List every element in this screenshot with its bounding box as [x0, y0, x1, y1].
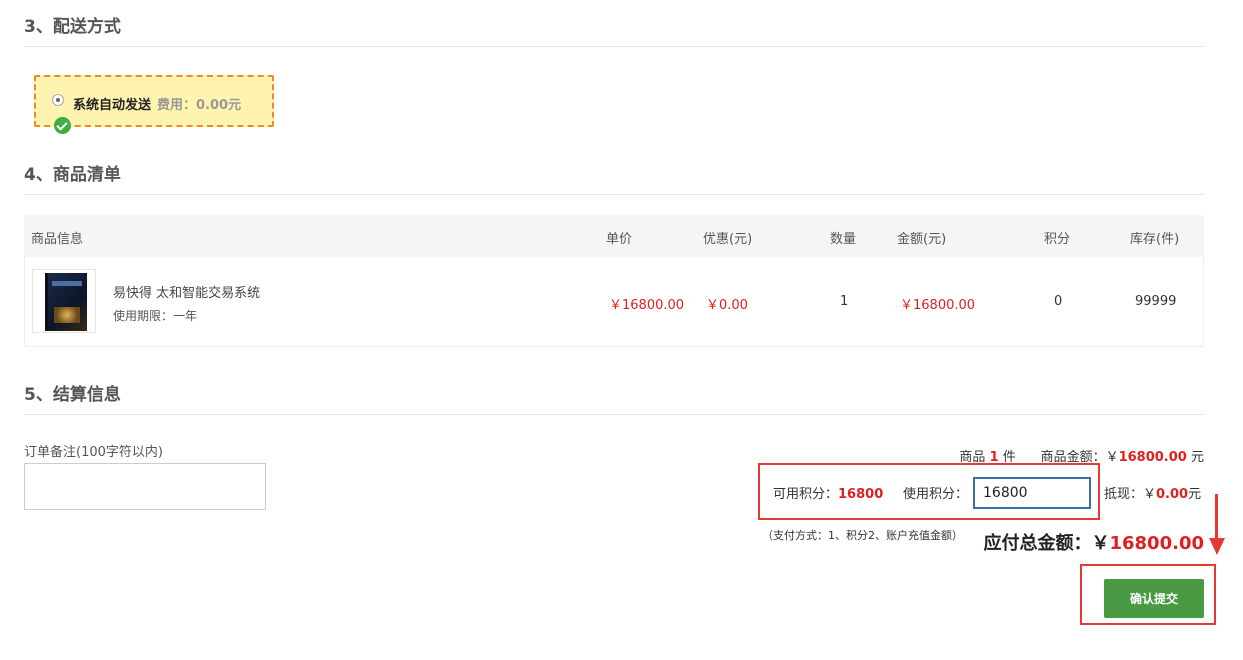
- divider: [24, 414, 1204, 415]
- product-qty: 1: [840, 294, 849, 309]
- radio-selected-icon[interactable]: [52, 94, 64, 106]
- cash-discount-label: 抵现：￥: [1104, 487, 1157, 502]
- goods-amount-unit: 元: [1190, 450, 1204, 465]
- total-amount: 应付总金额：￥16800.00: [983, 529, 1204, 555]
- product-points: 0: [1054, 294, 1063, 309]
- product-amount: ￥16800.00: [900, 298, 976, 313]
- cash-discount-value: 0.00: [1156, 487, 1189, 502]
- arrow-down-icon: [1209, 538, 1225, 555]
- product-thumbnail[interactable]: [32, 269, 96, 333]
- table-header: 商品信息 单价 优惠(元) 数量 金额(元) 积分 库存(件): [24, 215, 1204, 257]
- product-price: ￥16800.00: [609, 298, 685, 313]
- payment-note: （支付方式：1、积分2、账户充值金额）: [762, 529, 963, 542]
- product-discount: ￥0.00: [706, 298, 748, 313]
- divider: [24, 46, 1204, 47]
- col-header-price: 单价: [606, 232, 633, 247]
- total-value: 16800.00: [1109, 533, 1204, 554]
- table-row: 易快得 太和智能交易系统 使用期限：一年 ￥16800.00 ￥0.00 1 ￥…: [24, 257, 1204, 347]
- remark-textarea[interactable]: [24, 463, 266, 510]
- cash-discount-unit: 元: [1188, 487, 1202, 502]
- cash-discount: 抵现：￥0.00元: [1104, 483, 1201, 502]
- col-header-qty: 数量: [830, 232, 857, 247]
- delivery-fee: 费用：0.00元: [157, 98, 242, 113]
- total-label: 应付总金额：￥: [983, 533, 1110, 554]
- col-header-stock: 库存(件): [1130, 232, 1180, 247]
- delivery-option-auto[interactable]: 系统自动发送 费用：0.00元: [34, 75, 274, 134]
- product-name[interactable]: 易快得 太和智能交易系统: [113, 282, 260, 301]
- col-header-discount: 优惠(元): [703, 232, 753, 247]
- points-panel: 可用积分：16800 使用积分：: [758, 463, 1100, 520]
- delivery-option-label: 系统自动发送: [73, 98, 152, 113]
- col-header-amount: 金额(元): [897, 232, 947, 247]
- use-points-label: 使用积分：: [903, 487, 969, 502]
- annotation-arrow: [1215, 494, 1218, 540]
- col-header-info: 商品信息: [31, 232, 84, 247]
- available-points-label: 可用积分：: [773, 487, 839, 502]
- col-header-points: 积分: [1044, 232, 1071, 247]
- remark-label: 订单备注(100字符以内): [24, 445, 163, 460]
- section-title-settlement: 5、结算信息: [24, 385, 121, 405]
- section-title-delivery: 3、配送方式: [24, 17, 121, 37]
- divider: [24, 194, 1204, 195]
- check-icon: [54, 117, 71, 134]
- product-period: 使用期限：一年: [113, 309, 198, 323]
- available-points-value: 16800: [838, 487, 884, 502]
- use-points-input[interactable]: [973, 477, 1091, 509]
- submit-order-button[interactable]: 确认提交: [1104, 579, 1204, 618]
- goods-amount-value: 16800.00: [1118, 450, 1187, 465]
- available-points: 可用积分：16800: [773, 483, 883, 502]
- section-title-goods: 4、商品清单: [24, 165, 121, 185]
- product-stock: 99999: [1135, 294, 1177, 309]
